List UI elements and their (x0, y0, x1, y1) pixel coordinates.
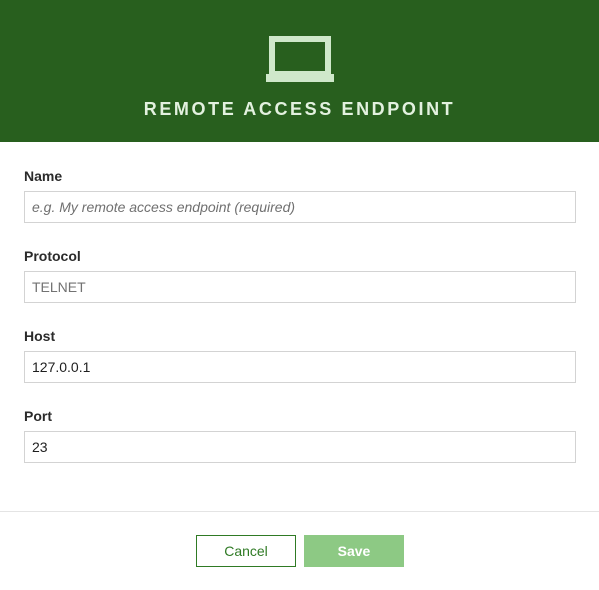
host-label: Host (24, 328, 56, 344)
dialog-header: REMOTE ACCESS ENDPOINT (0, 0, 599, 142)
laptop-icon (266, 36, 334, 82)
cancel-button[interactable]: Cancel (196, 535, 296, 567)
protocol-input (24, 271, 576, 303)
port-label: Port (24, 408, 52, 424)
host-input[interactable] (24, 351, 576, 383)
footer-divider (0, 511, 599, 512)
dialog-title: REMOTE ACCESS ENDPOINT (143, 99, 456, 119)
remote-access-endpoint-dialog: REMOTE ACCESS ENDPOINT Name Protocol Hos… (0, 0, 599, 590)
protocol-label: Protocol (24, 248, 81, 264)
name-field-group: Name (24, 168, 576, 248)
protocol-field-group: Protocol (24, 248, 576, 328)
host-field-group: Host (24, 328, 576, 408)
port-field-group: Port (24, 408, 576, 488)
port-input[interactable] (24, 431, 576, 463)
endpoint-form: Name Protocol Host Port (24, 168, 576, 488)
name-label: Name (24, 168, 63, 184)
save-button[interactable]: Save (304, 535, 404, 567)
name-input[interactable] (24, 191, 576, 223)
